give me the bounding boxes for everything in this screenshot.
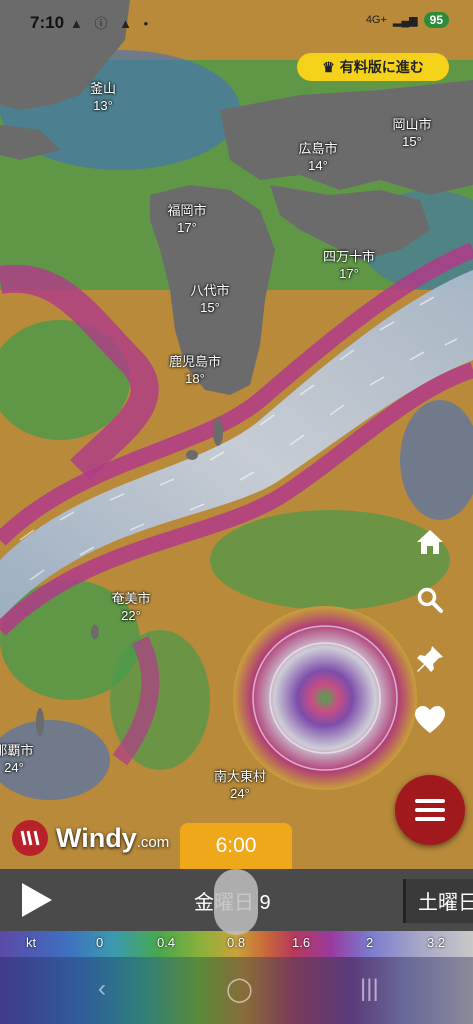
next-day-label[interactable]: 土曜日 xyxy=(403,879,473,923)
premium-button[interactable]: ♛ 有料版に進む xyxy=(297,53,449,81)
city-label[interactable]: 岡山市 15° xyxy=(392,116,431,150)
legend-unit: kt xyxy=(26,935,37,950)
status-time: 7:10 xyxy=(30,13,65,32)
notification-icons: ▲ ⓘ ▲ • xyxy=(70,16,153,31)
back-icon[interactable]: ‹ xyxy=(98,975,106,1003)
city-label[interactable]: 広島市 14° xyxy=(298,140,337,174)
legend-value: 1.6 xyxy=(292,935,311,950)
legend-value: 0 xyxy=(96,935,104,950)
premium-label: 有料版に進む xyxy=(339,59,424,75)
current-time-bubble: 6:00 xyxy=(180,823,292,869)
system-nav-bar: ‹ ◯ ||| xyxy=(0,957,473,1024)
menu-button[interactable] xyxy=(395,775,465,845)
status-right: 4G+ ▂▄▆ 95 xyxy=(366,12,449,28)
city-label[interactable]: 奄美市 22° xyxy=(111,590,150,624)
city-label[interactable]: 八代市 15° xyxy=(190,282,229,316)
heart-icon[interactable] xyxy=(410,700,450,740)
home-icon[interactable] xyxy=(410,522,450,562)
wifi-icon: ▂▄▆ xyxy=(392,14,418,27)
battery-icon: 95 xyxy=(423,12,449,28)
legend-value: 2 xyxy=(366,935,374,950)
city-label[interactable]: 鹿児島市 18° xyxy=(169,353,221,387)
recent-apps-icon[interactable]: ||| xyxy=(360,975,379,1003)
windy-logo: Windy.com xyxy=(12,820,169,856)
city-label[interactable]: 釜山 13° xyxy=(90,80,116,114)
city-label[interactable]: 福岡市 17° xyxy=(167,202,206,236)
legend-value: 0.4 xyxy=(157,935,176,950)
city-label[interactable]: 南大東村 24° xyxy=(214,768,266,802)
search-icon[interactable] xyxy=(410,580,450,620)
city-label[interactable]: 那覇市 24° xyxy=(0,742,34,776)
crown-icon: ♛ xyxy=(322,58,335,75)
timeline-scrubber[interactable] xyxy=(214,869,258,935)
legend-value: 0.8 xyxy=(227,935,246,950)
play-icon[interactable] xyxy=(22,883,52,917)
windy-logo-text: Windy.com xyxy=(56,822,170,853)
legend-value: 3.2 xyxy=(427,935,446,950)
pin-icon[interactable] xyxy=(410,640,450,680)
status-bar: 7:10 ▲ ⓘ ▲ • 4G+ ▂▄▆ 95 xyxy=(0,0,473,46)
city-label[interactable]: 四万十市 17° xyxy=(323,248,375,282)
windy-logo-icon xyxy=(12,820,48,856)
menu-icon xyxy=(415,799,445,821)
home-nav-icon[interactable]: ◯ xyxy=(226,975,253,1004)
signal-icon: 4G+ xyxy=(365,14,387,26)
